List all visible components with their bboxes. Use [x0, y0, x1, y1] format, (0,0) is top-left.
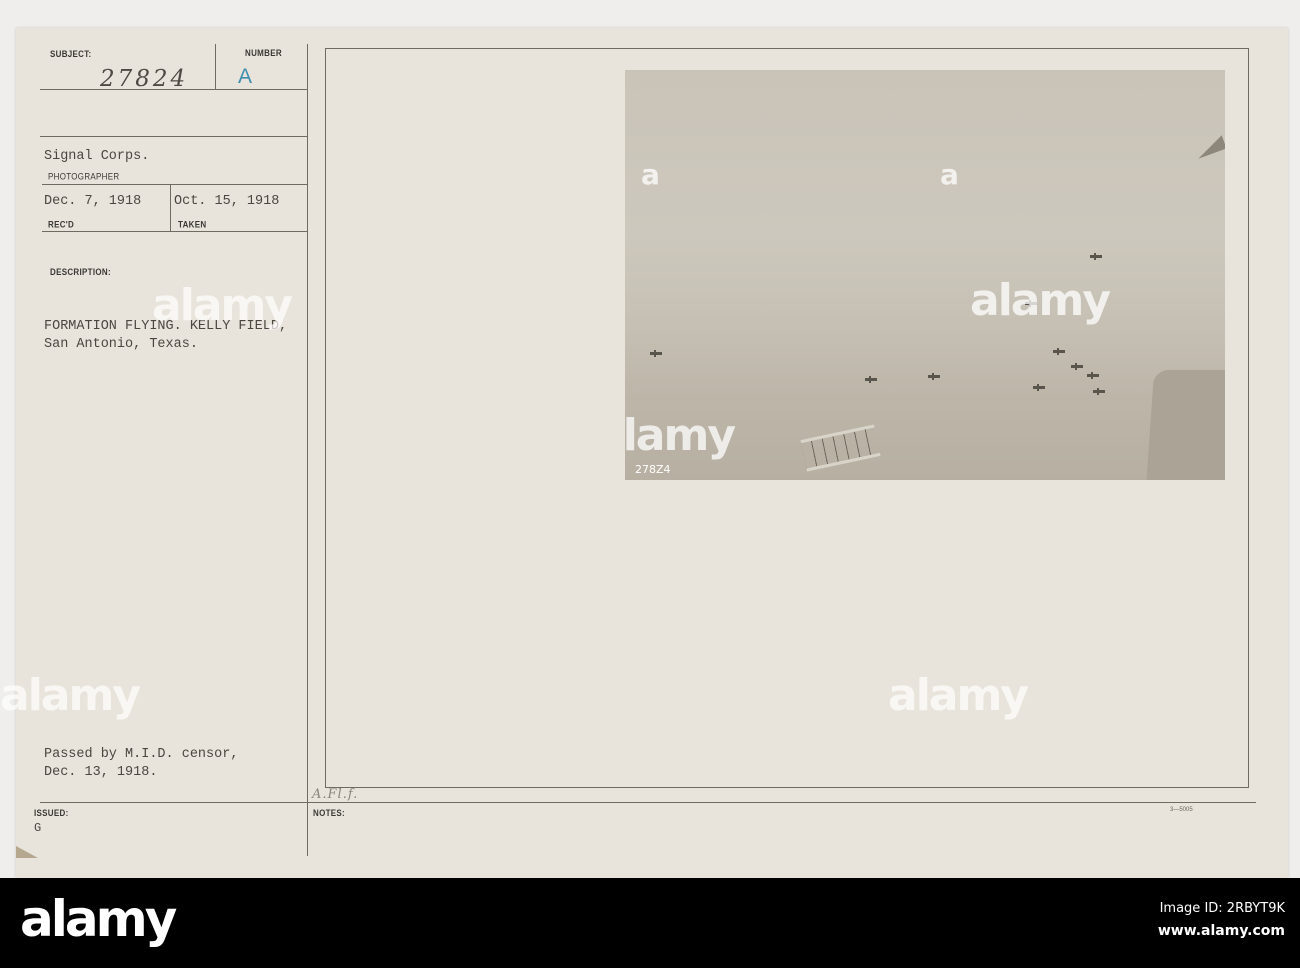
left-column-divider	[307, 44, 308, 856]
recd-label: REC'D	[48, 219, 75, 230]
issued-label: ISSUED:	[34, 808, 69, 819]
plane	[928, 373, 940, 380]
description-label: DESCRIPTION:	[50, 267, 111, 278]
taken-date: Oct. 15, 1918	[174, 194, 280, 209]
date-divider	[170, 184, 171, 231]
watermark: alamy	[0, 670, 141, 721]
subject-number-divider	[215, 44, 216, 90]
number-value: A	[238, 65, 253, 88]
number-label: NUMBER	[245, 48, 282, 59]
wing-tip	[1193, 135, 1225, 159]
wing-edge	[1145, 370, 1225, 480]
subject-number: 27824	[100, 66, 189, 92]
recd-date: Dec. 7, 1918	[44, 194, 142, 209]
plane	[650, 350, 662, 357]
plane	[865, 376, 877, 383]
alamy-logo: alamy	[20, 890, 177, 948]
watermark: a	[641, 158, 660, 191]
bottom-rule	[40, 802, 1256, 803]
plane	[1053, 348, 1065, 355]
corner-wear	[16, 846, 38, 858]
form-number: 3—5005	[1170, 807, 1193, 813]
watermark: a	[940, 158, 959, 191]
plane	[1093, 388, 1105, 395]
censor-line-2: Dec. 13, 1918.	[44, 765, 158, 780]
watermark: alamy	[625, 410, 736, 461]
image-id: Image ID: 2RBYT9K	[1159, 901, 1285, 916]
footer-bar: alamy Image ID: 2RBYT9K www.alamy.com	[0, 878, 1300, 968]
plane	[1087, 372, 1099, 379]
rule	[42, 184, 308, 185]
rule	[40, 136, 308, 137]
watermark: alamy	[152, 280, 293, 331]
plane	[1071, 363, 1083, 370]
plane	[1090, 253, 1102, 260]
notes-label: NOTES:	[313, 808, 346, 819]
censor-line-1: Passed by M.I.D. censor,	[44, 747, 239, 762]
notes-pencil: A.Fl.f.	[312, 787, 359, 802]
subject-label: SUBJECT:	[50, 49, 92, 60]
photo-caption: 278Z4	[635, 463, 671, 476]
photographer-value: Signal Corps.	[44, 149, 150, 164]
taken-label: TAKEN	[178, 219, 207, 230]
watermark: alamy	[970, 275, 1111, 326]
biplane-foreground	[800, 424, 881, 472]
plane	[1033, 384, 1045, 391]
aerial-photo: 278Z4 alamy alamy a a	[625, 70, 1225, 480]
watermark: alamy	[888, 670, 1029, 721]
issued-value: G	[34, 821, 42, 835]
photographer-label: PHOTOGRAPHER	[48, 171, 120, 182]
description-line-2: San Antonio, Texas.	[44, 337, 198, 352]
rule	[42, 231, 308, 232]
site-link[interactable]: www.alamy.com	[1158, 923, 1285, 939]
